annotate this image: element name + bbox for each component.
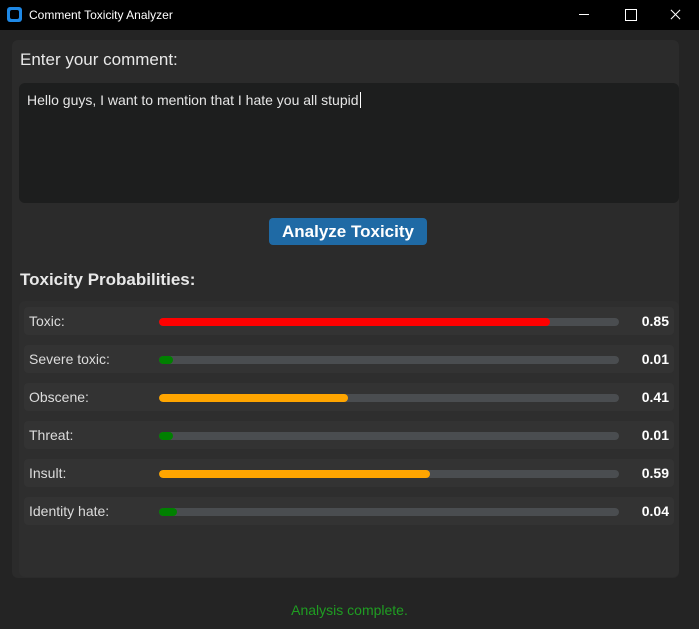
progress-track — [159, 432, 619, 440]
maximize-icon[interactable] — [607, 0, 653, 30]
result-row-insult: Insult: 0.59 — [24, 459, 674, 487]
row-label: Threat: — [29, 427, 74, 443]
progress-track — [159, 394, 619, 402]
result-row-identity-hate: Identity hate: 0.04 — [24, 497, 674, 525]
result-row-toxic: Toxic: 0.85 — [24, 307, 674, 335]
minimize-icon[interactable] — [561, 0, 607, 30]
row-label: Obscene: — [29, 389, 89, 405]
window-title: Comment Toxicity Analyzer — [29, 8, 173, 22]
comment-label: Enter your comment: — [20, 50, 178, 69]
app-icon — [7, 7, 22, 22]
progress-fill — [159, 432, 173, 440]
row-label: Insult: — [29, 465, 67, 481]
progress-fill — [159, 508, 178, 516]
progress-track — [159, 318, 619, 326]
row-label: Toxic: — [29, 313, 65, 329]
row-value: 0.59 — [641, 465, 669, 481]
row-label: Severe toxic: — [29, 351, 110, 367]
row-value: 0.85 — [641, 313, 669, 329]
row-value: 0.04 — [641, 503, 669, 519]
progress-track — [159, 508, 619, 516]
result-row-obscene: Obscene: 0.41 — [24, 383, 674, 411]
progress-fill — [159, 318, 550, 326]
progress-track — [159, 470, 619, 478]
result-row-severe-toxic: Severe toxic: 0.01 — [24, 345, 674, 373]
result-row-threat: Threat: 0.01 — [24, 421, 674, 449]
progress-fill — [159, 470, 431, 478]
progress-fill — [159, 394, 348, 402]
comment-textbox[interactable]: Hello guys, I want to mention that I hat… — [19, 83, 679, 203]
close-icon[interactable] — [653, 0, 699, 30]
row-value: 0.01 — [641, 351, 669, 367]
results-title: Toxicity Probabilities: — [20, 270, 196, 289]
comment-text: Hello guys, I want to mention that I hat… — [27, 92, 359, 108]
text-caret — [359, 92, 361, 108]
analyze-toxicity-button[interactable]: Analyze Toxicity — [269, 218, 427, 245]
status-message: Analysis complete. — [291, 602, 408, 618]
row-value: 0.01 — [641, 427, 669, 443]
row-value: 0.41 — [641, 389, 669, 405]
title-bar: Comment Toxicity Analyzer — [0, 0, 699, 30]
row-label: Identity hate: — [29, 503, 110, 519]
progress-fill — [159, 356, 173, 364]
progress-track — [159, 356, 619, 364]
